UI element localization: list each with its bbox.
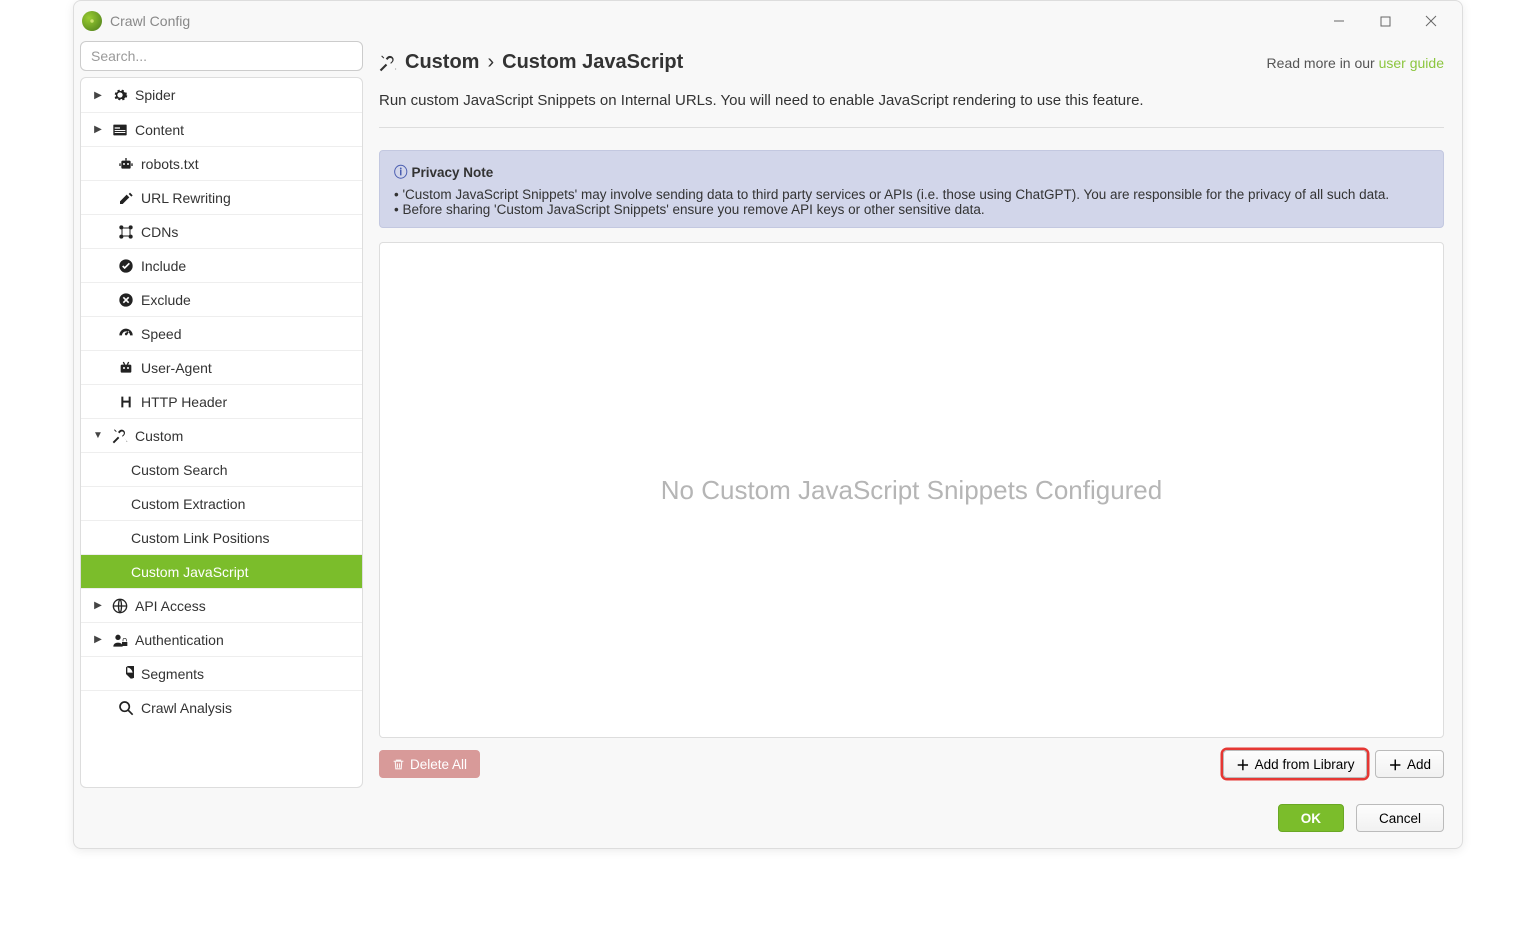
tree-item-include[interactable]: Include xyxy=(81,248,362,282)
page-description: Run custom JavaScript Snippets on Intern… xyxy=(379,78,1444,128)
pie-icon xyxy=(115,666,137,682)
snippets-canvas: No Custom JavaScript Snippets Configured xyxy=(379,242,1444,738)
breadcrumb-leaf: Custom JavaScript xyxy=(502,51,683,74)
tree-item-label: Custom Search xyxy=(131,462,227,478)
cdn-icon xyxy=(115,224,137,240)
add-button[interactable]: ＋ Add xyxy=(1375,750,1444,778)
tree-item-robots-txt[interactable]: robots.txt xyxy=(81,146,362,180)
tools-icon xyxy=(379,54,397,72)
tree-item-label: Authentication xyxy=(135,632,224,648)
sidebar: ▶ Spider ▶ Content robots.txt URL Rewriting CD… xyxy=(80,41,363,788)
tree-item-user-agent[interactable]: User-Agent xyxy=(81,350,362,384)
caret-icon: ▶ xyxy=(87,634,109,645)
tree-item-label: Include xyxy=(141,258,186,274)
tree-item-spider[interactable]: ▶ Spider xyxy=(81,78,362,112)
tree-item-segments[interactable]: Segments xyxy=(81,656,362,690)
settings-tree: ▶ Spider ▶ Content robots.txt URL Rewriting CD… xyxy=(80,77,363,788)
tree-item-label: Exclude xyxy=(141,292,191,308)
plus-icon: ＋ xyxy=(1388,754,1402,774)
tree-item-label: Segments xyxy=(141,666,204,682)
window-controls xyxy=(1316,6,1454,36)
gear-icon xyxy=(109,87,131,103)
tree-item-label: HTTP Header xyxy=(141,394,227,410)
tree-item-cdns[interactable]: CDNs xyxy=(81,214,362,248)
tree-item-label: Custom xyxy=(135,428,183,444)
x-circle-icon xyxy=(115,292,137,308)
dialog-footer: OK Cancel xyxy=(80,788,1456,842)
tree-item-label: URL Rewriting xyxy=(141,190,231,206)
cancel-button[interactable]: Cancel xyxy=(1356,804,1444,832)
tree-item-custom[interactable]: ▼ Custom xyxy=(81,418,362,452)
breadcrumb-separator: › xyxy=(487,51,494,74)
tree-item-url-rewriting[interactable]: URL Rewriting xyxy=(81,180,362,214)
close-button[interactable] xyxy=(1408,6,1454,36)
info-icon: ⓘ xyxy=(394,165,408,180)
tools-icon xyxy=(109,428,131,444)
tree-item-label: Speed xyxy=(141,326,181,342)
search-box xyxy=(80,41,363,71)
gauge-icon xyxy=(115,326,137,342)
tree-item-label: Custom JavaScript xyxy=(131,564,248,580)
user-agent-icon xyxy=(115,360,137,376)
maximize-button[interactable] xyxy=(1362,6,1408,36)
content-icon xyxy=(109,122,131,138)
tree-item-custom-link-positions[interactable]: Custom Link Positions xyxy=(81,520,362,554)
globe-icon xyxy=(109,598,131,614)
tree-item-exclude[interactable]: Exclude xyxy=(81,282,362,316)
breadcrumb-root: Custom xyxy=(405,51,479,74)
robot-icon xyxy=(115,156,137,172)
tree-item-custom-search[interactable]: Custom Search xyxy=(81,452,362,486)
tree-item-custom-javascript[interactable]: Custom JavaScript xyxy=(81,554,362,588)
user-guide-link[interactable]: user guide xyxy=(1379,55,1444,71)
action-row: Delete All ＋ Add from Library ＋ Add xyxy=(379,738,1444,782)
search-input[interactable] xyxy=(80,41,363,71)
titlebar: Crawl Config xyxy=(74,1,1462,41)
tree-item-speed[interactable]: Speed xyxy=(81,316,362,350)
privacy-title: Privacy Note xyxy=(412,165,494,180)
read-more: Read more in our user guide xyxy=(1267,55,1444,71)
tree-item-authentication[interactable]: ▶ Authentication xyxy=(81,622,362,656)
plus-icon: ＋ xyxy=(1236,754,1250,774)
empty-state-text: No Custom JavaScript Snippets Configured xyxy=(661,475,1162,506)
main-panel: Custom › Custom JavaScript Read more in … xyxy=(363,41,1456,788)
tree-item-label: robots.txt xyxy=(141,156,199,172)
window-title: Crawl Config xyxy=(110,13,190,29)
tree-item-api-access[interactable]: ▶ API Access xyxy=(81,588,362,622)
breadcrumb: Custom › Custom JavaScript xyxy=(379,51,683,74)
tree-item-label: Crawl Analysis xyxy=(141,700,232,716)
caret-icon: ▶ xyxy=(87,600,109,611)
H-icon xyxy=(115,394,137,410)
tree-item-custom-extraction[interactable]: Custom Extraction xyxy=(81,486,362,520)
tree-item-content[interactable]: ▶ Content xyxy=(81,112,362,146)
trash-icon xyxy=(392,758,405,771)
privacy-note: ⓘ Privacy Note 'Custom JavaScript Snippet… xyxy=(379,150,1444,228)
tree-item-label: User-Agent xyxy=(141,360,212,376)
tree-item-label: Custom Extraction xyxy=(131,496,245,512)
caret-icon: ▶ xyxy=(87,90,109,101)
privacy-line: Before sharing 'Custom JavaScript Snippe… xyxy=(394,202,1429,217)
tree-item-crawl-analysis[interactable]: Crawl Analysis xyxy=(81,690,362,724)
tree-item-label: Custom Link Positions xyxy=(131,530,270,546)
tree-item-label: CDNs xyxy=(141,224,178,240)
app-icon xyxy=(82,11,102,31)
tree-item-label: API Access xyxy=(135,598,206,614)
caret-icon: ▶ xyxy=(87,124,109,135)
crawl-config-window: Crawl Config ▶ Spider ▶ Content robots.txt UR… xyxy=(73,0,1463,849)
tree-item-label: Content xyxy=(135,122,184,138)
delete-all-button[interactable]: Delete All xyxy=(379,750,480,778)
ok-button[interactable]: OK xyxy=(1278,804,1344,832)
rewrite-icon xyxy=(115,190,137,206)
caret-icon: ▼ xyxy=(87,430,109,441)
lock-icon xyxy=(109,632,131,648)
tree-item-label: Spider xyxy=(135,87,175,103)
check-circle-icon xyxy=(115,258,137,274)
add-from-library-button[interactable]: ＋ Add from Library xyxy=(1223,750,1367,778)
search-icon xyxy=(115,700,137,716)
minimize-button[interactable] xyxy=(1316,6,1362,36)
privacy-line: 'Custom JavaScript Snippets' may involve… xyxy=(394,187,1429,202)
tree-item-http-header[interactable]: HTTP Header xyxy=(81,384,362,418)
